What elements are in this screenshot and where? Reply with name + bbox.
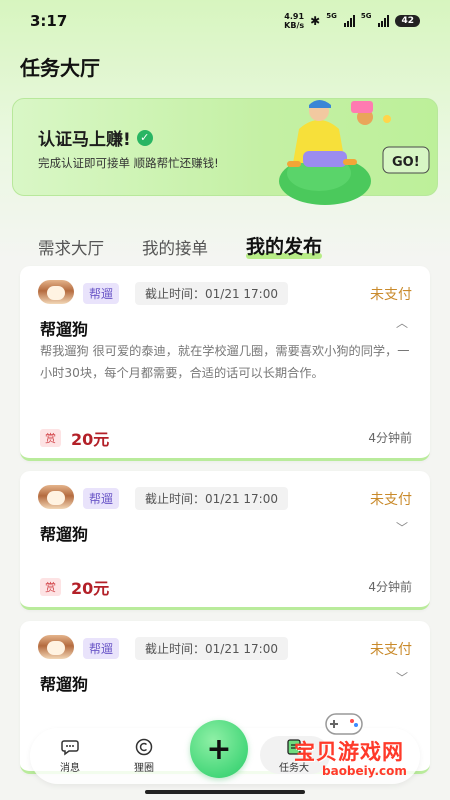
battery-icon: 42 xyxy=(395,15,420,27)
reward-badge: 赏 xyxy=(40,429,61,447)
task-description: 帮我遛狗 很可爱的泰迪，就在学校遛几圈，需要喜欢小狗的同学，一小时30块，每个月… xyxy=(40,344,410,380)
task-title: 帮遛狗 xyxy=(40,675,89,694)
payment-status: 未支付 xyxy=(370,642,412,658)
posted-time: 4分钟前 xyxy=(368,431,412,445)
watermark-text: 宝贝游戏网 xyxy=(294,740,404,764)
task-title: 帮遛狗 xyxy=(40,525,89,544)
nav-messages-label: 消息 xyxy=(60,763,80,774)
nav-circle[interactable]: 狸圈 xyxy=(116,738,172,774)
reward-row: 赏 20元 xyxy=(40,575,109,599)
task-title: 帮遛狗 xyxy=(40,320,89,339)
tab-my-posts[interactable]: 我的发布 xyxy=(246,232,323,259)
chevron-up-icon[interactable]: ︿ xyxy=(394,316,410,330)
deadline-label: 截止时间：01/21 17:00 xyxy=(135,282,288,305)
sim1-label: 5G xyxy=(326,12,337,20)
gamepad-icon xyxy=(325,713,363,735)
signal-icon xyxy=(378,15,390,27)
illustration-rider: GO! xyxy=(279,100,430,205)
status-icons: 4.91 KB/s ✱ 5G 5G 42 xyxy=(284,12,420,30)
category-tag: 帮遛 xyxy=(83,488,120,509)
nav-messages[interactable]: 消息 xyxy=(42,738,98,774)
bluetooth-icon: ✱ xyxy=(310,14,321,28)
reward-amount: 20元 xyxy=(71,430,110,449)
watermark-url: baobeiy.com xyxy=(322,764,407,778)
add-task-button[interactable]: + xyxy=(190,720,248,778)
deadline-label: 截止时间：01/21 17:00 xyxy=(135,487,288,510)
banner-subtitle: 完成认证即可接单 顺路帮忙还赚钱! xyxy=(38,156,219,170)
network-speed-value: 4.91 xyxy=(284,12,305,21)
status-time: 3:17 xyxy=(30,12,68,30)
verify-banner[interactable]: 认证马上赚! ✓ 完成认证即可接单 顺路帮忙还赚钱! GO! xyxy=(12,98,438,205)
reward-amount: 20元 xyxy=(71,579,110,598)
home-indicator[interactable] xyxy=(145,790,305,794)
chevron-down-icon[interactable]: ﹀ xyxy=(394,671,410,685)
payment-status: 未支付 xyxy=(370,287,412,303)
network-speed-unit: KB/s xyxy=(284,21,305,30)
deadline-label: 截止时间：01/21 17:00 xyxy=(135,637,288,660)
tab-my-orders[interactable]: 我的接单 xyxy=(142,235,208,259)
circle-c-icon xyxy=(135,738,153,756)
tab-demand-hall[interactable]: 需求大厅 xyxy=(38,235,104,259)
category-tag: 帮遛 xyxy=(83,283,120,304)
reward-row: 赏 20元 xyxy=(40,426,109,450)
page-title: 任务大厅 xyxy=(20,56,100,80)
tab-my-posts-label: 我的发布 xyxy=(246,236,323,258)
banner-title: 认证马上赚! xyxy=(38,130,131,150)
status-bar: 3:17 4.91 KB/s ✱ 5G 5G 42 xyxy=(0,0,450,40)
network-speed: 4.91 KB/s xyxy=(284,12,304,30)
banner-title-row: 认证马上赚! ✓ xyxy=(38,125,153,150)
nav-circle-label: 狸圈 xyxy=(134,763,154,774)
avatar xyxy=(38,485,74,509)
payment-status: 未支付 xyxy=(370,492,412,508)
task-card[interactable]: 帮遛 截止时间：01/21 17:00 未支付 帮遛狗 ﹀ 赏 20元 4分钟前 xyxy=(20,471,430,610)
task-card[interactable]: 帮遛 截止时间：01/21 17:00 未支付 帮遛狗 ︿ 帮我遛狗 很可爱的泰… xyxy=(20,266,430,461)
avatar xyxy=(38,280,74,304)
watermark: 宝贝游戏网 baobeiy.com xyxy=(272,708,432,778)
avatar xyxy=(38,635,74,659)
signal-icon xyxy=(343,15,355,27)
sim2-label: 5G xyxy=(360,12,372,20)
chat-bubble-icon xyxy=(61,740,79,756)
chevron-down-icon[interactable]: ﹀ xyxy=(394,521,410,535)
go-sign: GO! xyxy=(392,155,420,170)
category-tag: 帮遛 xyxy=(83,638,120,659)
reward-badge: 赏 xyxy=(40,578,61,596)
tab-bar: 需求大厅 我的接单 我的发布 xyxy=(38,232,323,259)
verified-check-icon: ✓ xyxy=(136,129,153,146)
posted-time: 4分钟前 xyxy=(368,580,412,594)
